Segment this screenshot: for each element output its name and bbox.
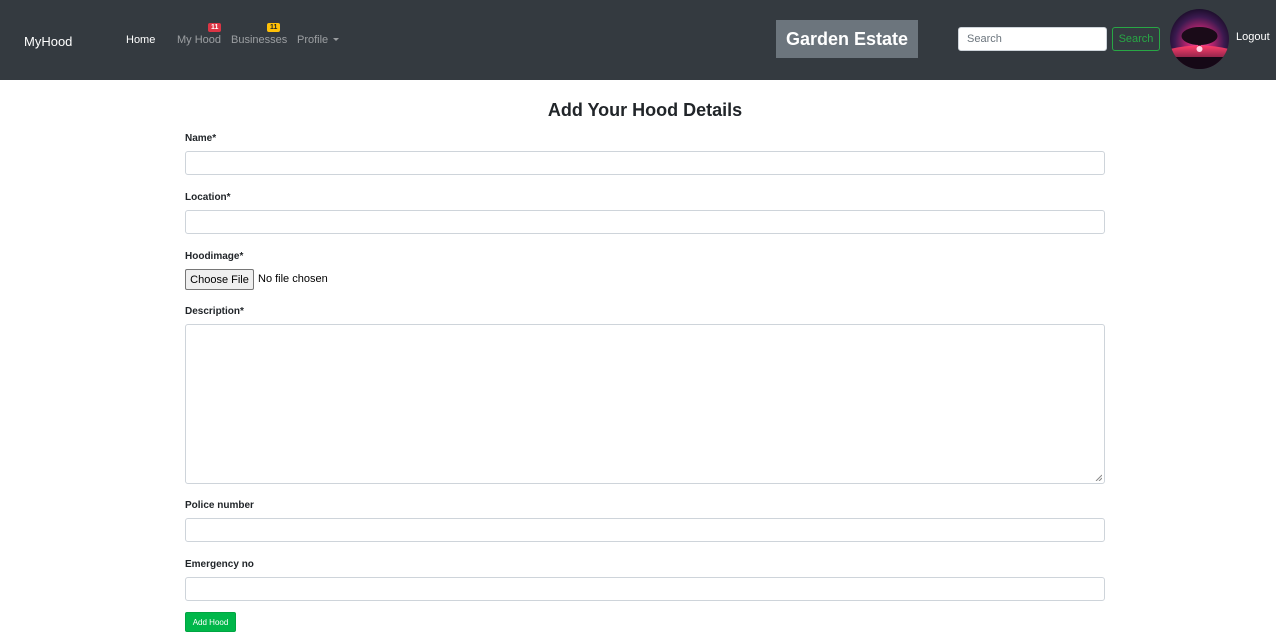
brand-link[interactable]: MyHood [24,34,72,50]
nav-home-link[interactable]: Home [126,34,155,47]
resize-grip-icon[interactable] [1095,474,1102,481]
nav-profile-label: Profile [297,34,329,46]
emergency-no-input[interactable] [185,577,1105,601]
location-input[interactable] [185,210,1105,234]
nav-businesses-label: Businesses [231,34,288,46]
file-status-text: No file chosen [258,273,328,285]
estate-name-chip: Garden Estate [776,20,918,58]
avatar-image [1170,9,1229,69]
search-button[interactable]: Search [1112,27,1160,51]
name-label: Name* [185,133,217,144]
search-input[interactable] [958,27,1107,51]
user-avatar[interactable] [1170,9,1229,69]
businesses-count-badge: 11 [267,23,281,32]
my-hood-count-badge: 11 [208,23,222,32]
nav-businesses-link[interactable]: Businesses [231,34,287,47]
hoodimage-label: Hoodimage* [185,251,244,262]
nav-my-hood-link[interactable]: My Hood [177,34,221,47]
page-title: Add Your Hood Details [547,100,743,120]
logout-link[interactable]: Logout [1236,31,1270,44]
location-label: Location* [185,192,231,203]
caret-down-icon [333,37,340,41]
police-number-input[interactable] [185,518,1105,542]
add-hood-button[interactable]: Add Hood [185,612,236,632]
nav-profile-dropdown[interactable]: Profile [297,34,340,47]
emergency-no-label: Emergency no [185,559,254,570]
name-input[interactable] [185,151,1105,175]
nav-my-hood-label: My Hood [177,34,222,46]
top-navbar: MyHood Home My Hood 11 Businesses 11 Pro… [0,0,1276,80]
choose-file-button[interactable]: Choose File [185,269,254,290]
description-textarea[interactable] [185,324,1105,484]
description-label: Description* [185,306,244,317]
police-number-label: Police number [185,500,254,511]
